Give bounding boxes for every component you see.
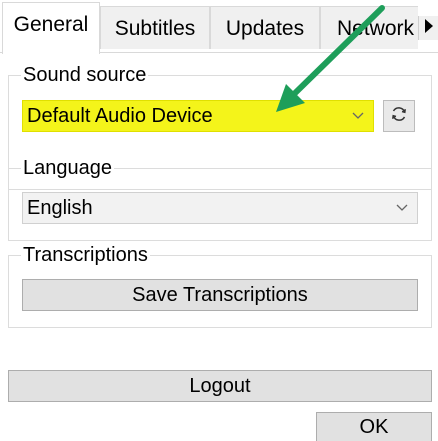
tab-network[interactable]: Network <box>320 6 418 49</box>
language-value: English <box>27 197 93 219</box>
language-label: Language <box>21 156 114 180</box>
language-dropdown[interactable]: English <box>22 192 418 224</box>
sound-source-dropdown[interactable]: Default Audio Device <box>22 100 374 132</box>
sound-source-value: Default Audio Device <box>27 105 213 127</box>
tab-network-label: Network <box>337 17 415 40</box>
sound-source-label: Sound source <box>21 63 149 87</box>
tab-general[interactable]: General <box>2 2 100 54</box>
ok-button[interactable]: OK <box>316 412 432 441</box>
tab-updates-label: Updates <box>225 17 305 40</box>
general-panel: Sound source Default Audio Device Langua… <box>0 52 438 441</box>
logout-button[interactable]: Logout <box>8 370 432 402</box>
refresh-icon <box>390 105 408 128</box>
tab-subtitles-label: Subtitles <box>114 17 196 40</box>
triangle-right-icon <box>424 18 434 38</box>
tab-bar: General Subtitles Updates Network <box>0 0 438 54</box>
refresh-button[interactable] <box>383 100 415 132</box>
tab-updates[interactable]: Updates <box>210 6 320 49</box>
logout-label: Logout <box>189 375 251 397</box>
save-transcriptions-button[interactable]: Save Transcriptions <box>22 279 418 311</box>
transcriptions-label: Transcriptions <box>21 243 150 267</box>
settings-window: General Subtitles Updates Network Sound … <box>0 0 438 441</box>
save-transcriptions-label: Save Transcriptions <box>132 284 308 306</box>
chevron-down-icon <box>395 193 409 223</box>
tab-general-label: General <box>13 13 89 36</box>
ok-label: OK <box>359 416 389 438</box>
language-group: Language English <box>8 156 432 241</box>
tab-subtitles[interactable]: Subtitles <box>100 6 210 49</box>
tab-scroll-right-button[interactable] <box>418 16 438 40</box>
chevron-down-icon <box>351 101 365 131</box>
transcriptions-group: Transcriptions Save Transcriptions <box>8 243 432 328</box>
